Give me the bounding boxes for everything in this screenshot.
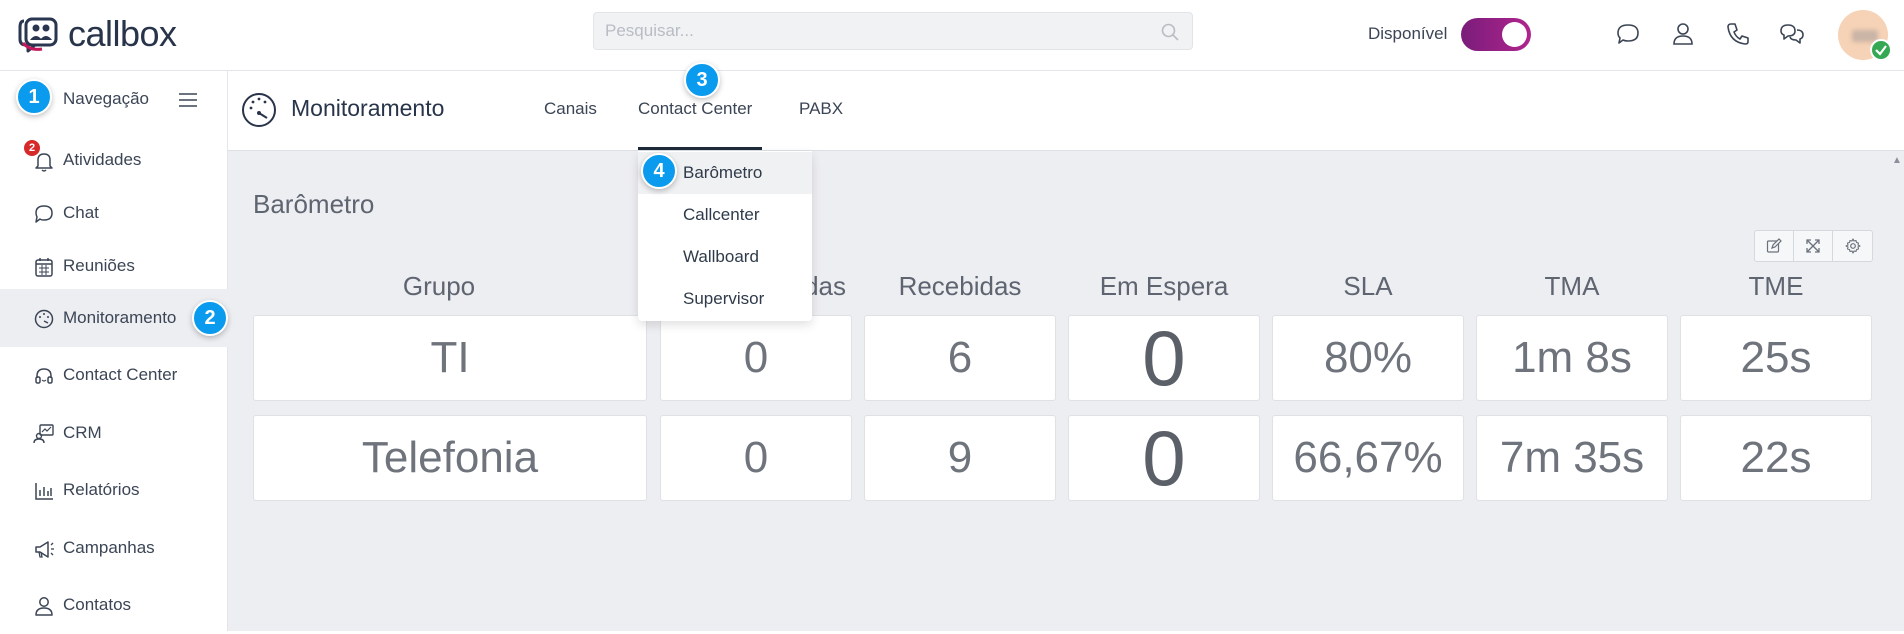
app-logo[interactable]: callbox: [18, 12, 177, 56]
bar-chart-icon: [35, 483, 53, 500]
toggle-knob: [1502, 22, 1527, 47]
search-box[interactable]: [593, 12, 1193, 50]
cell-grupo: Telefonia: [253, 415, 647, 501]
step-marker-3: 3: [684, 62, 720, 98]
search-icon[interactable]: [1160, 22, 1180, 42]
chat-bubble-icon: [35, 205, 53, 223]
message-icon[interactable]: [1614, 20, 1642, 48]
search-input[interactable]: [594, 13, 1134, 49]
section-title: Barômetro: [253, 189, 375, 219]
dropdown-item-callcenter[interactable]: Callcenter: [638, 194, 812, 236]
sidebar: Navegação 2 Atividades Chat Reuniões Mon…: [0, 71, 228, 631]
cell-em-espera: 0: [1068, 414, 1260, 502]
headset-icon: [35, 368, 53, 384]
conversations-icon[interactable]: [1778, 20, 1806, 48]
cell-recebidas: 9: [864, 415, 1056, 501]
sidebar-item-contatos[interactable]: Contatos: [0, 576, 228, 634]
app-name: callbox: [68, 13, 177, 54]
dropdown-item-label: Barômetro: [683, 163, 763, 182]
hamburger-menu-icon[interactable]: [177, 89, 199, 111]
sidebar-item-label: CRM: [63, 423, 102, 442]
edit-icon: [1766, 238, 1782, 253]
callbox-logo-icon: [18, 17, 58, 53]
sidebar-item-label: Relatórios: [63, 480, 140, 499]
sidebar-item-reunioes[interactable]: Reuniões: [0, 237, 228, 295]
gauge-icon: [242, 93, 276, 127]
expand-icon: [1806, 239, 1820, 253]
sidebar-item-label: Contact Center: [63, 365, 178, 384]
dropdown-item-supervisor[interactable]: Supervisor: [638, 278, 812, 320]
availability-label: Disponível: [1368, 24, 1448, 43]
cell-recebidas: 6: [864, 315, 1056, 401]
expand-button[interactable]: [1794, 231, 1833, 261]
online-status-icon: [1870, 39, 1892, 61]
cell-sla: 80%: [1272, 315, 1464, 401]
sidebar-item-label: Reuniões: [63, 256, 135, 275]
page-title: Monitoramento: [291, 95, 445, 121]
dropdown-item-label: Supervisor: [683, 289, 765, 308]
cell-tma: 1m 8s: [1476, 315, 1668, 401]
top-bar: callbox Disponível: [0, 0, 1904, 71]
sidebar-title: Navegação: [63, 89, 150, 108]
dropdown-item-wallboard[interactable]: Wallboard: [638, 236, 812, 278]
sidebar-item-campanhas[interactable]: Campanhas: [0, 519, 228, 577]
sidebar-item-chat[interactable]: Chat: [0, 184, 228, 242]
column-header-recebidas: Recebidas: [898, 271, 1022, 301]
cell-atendidas: 0: [660, 315, 852, 401]
active-tab-indicator: [638, 147, 762, 150]
column-header-grupo: Grupo: [402, 271, 476, 301]
cell-tme: 22s: [1680, 415, 1872, 501]
sidebar-item-label: Contatos: [63, 595, 132, 614]
sidebar-item-crm[interactable]: CRM: [0, 404, 228, 462]
sidebar-item-atividades[interactable]: 2 Atividades: [0, 131, 228, 189]
sidebar-item-label: Campanhas: [63, 538, 155, 557]
tab-canais[interactable]: Canais: [544, 99, 597, 119]
cell-em-espera: 0: [1068, 314, 1260, 402]
sidebar-item-label: Chat: [63, 203, 99, 222]
step-marker-2: 2: [192, 300, 228, 336]
column-header-em-espera: Em Espera: [1099, 271, 1229, 301]
megaphone-icon: [35, 541, 54, 558]
panel-toolbar: [1754, 230, 1873, 262]
gauge-icon: [34, 309, 54, 329]
tab-contact-center[interactable]: Contact Center: [638, 99, 752, 119]
cell-grupo: TI: [253, 315, 647, 401]
dropdown-item-label: Callcenter: [683, 205, 760, 224]
sidebar-item-contact-center[interactable]: Contact Center: [0, 346, 228, 404]
column-header-tme: TME: [1748, 271, 1804, 301]
user-avatar[interactable]: [1838, 10, 1892, 61]
scroll-up-arrow-icon[interactable]: ▲: [1892, 155, 1904, 167]
gear-icon: [1844, 238, 1861, 254]
person-icon: [35, 597, 53, 616]
step-marker-4: 4: [641, 153, 677, 189]
sidebar-item-label: Monitoramento: [63, 308, 177, 327]
cell-sla: 66,67%: [1272, 415, 1464, 501]
tab-pabx[interactable]: PABX: [799, 99, 843, 119]
page-header: Monitoramento Canais Contact Center PABX: [228, 71, 1904, 151]
crm-icon: [33, 424, 54, 444]
column-header-tma: TMA: [1544, 271, 1600, 301]
main-content: Monitoramento Canais Contact Center PABX…: [228, 71, 1904, 631]
settings-button[interactable]: [1833, 231, 1872, 261]
cell-tme: 25s: [1680, 315, 1872, 401]
sidebar-item-relatorios[interactable]: Relatórios: [0, 461, 228, 519]
edit-button[interactable]: [1755, 231, 1794, 261]
cell-tma: 7m 35s: [1476, 415, 1668, 501]
notification-badge: 2: [24, 140, 40, 156]
user-icon[interactable]: [1669, 20, 1697, 48]
column-header-sla: SLA: [1343, 271, 1393, 301]
calendar-icon: [35, 258, 53, 277]
cell-atendidas: 0: [660, 415, 852, 501]
phone-icon[interactable]: [1724, 20, 1752, 48]
step-marker-1: 1: [16, 79, 52, 115]
availability-toggle[interactable]: [1461, 18, 1531, 51]
dropdown-item-label: Wallboard: [683, 247, 759, 266]
sidebar-item-label: Atividades: [63, 150, 142, 169]
